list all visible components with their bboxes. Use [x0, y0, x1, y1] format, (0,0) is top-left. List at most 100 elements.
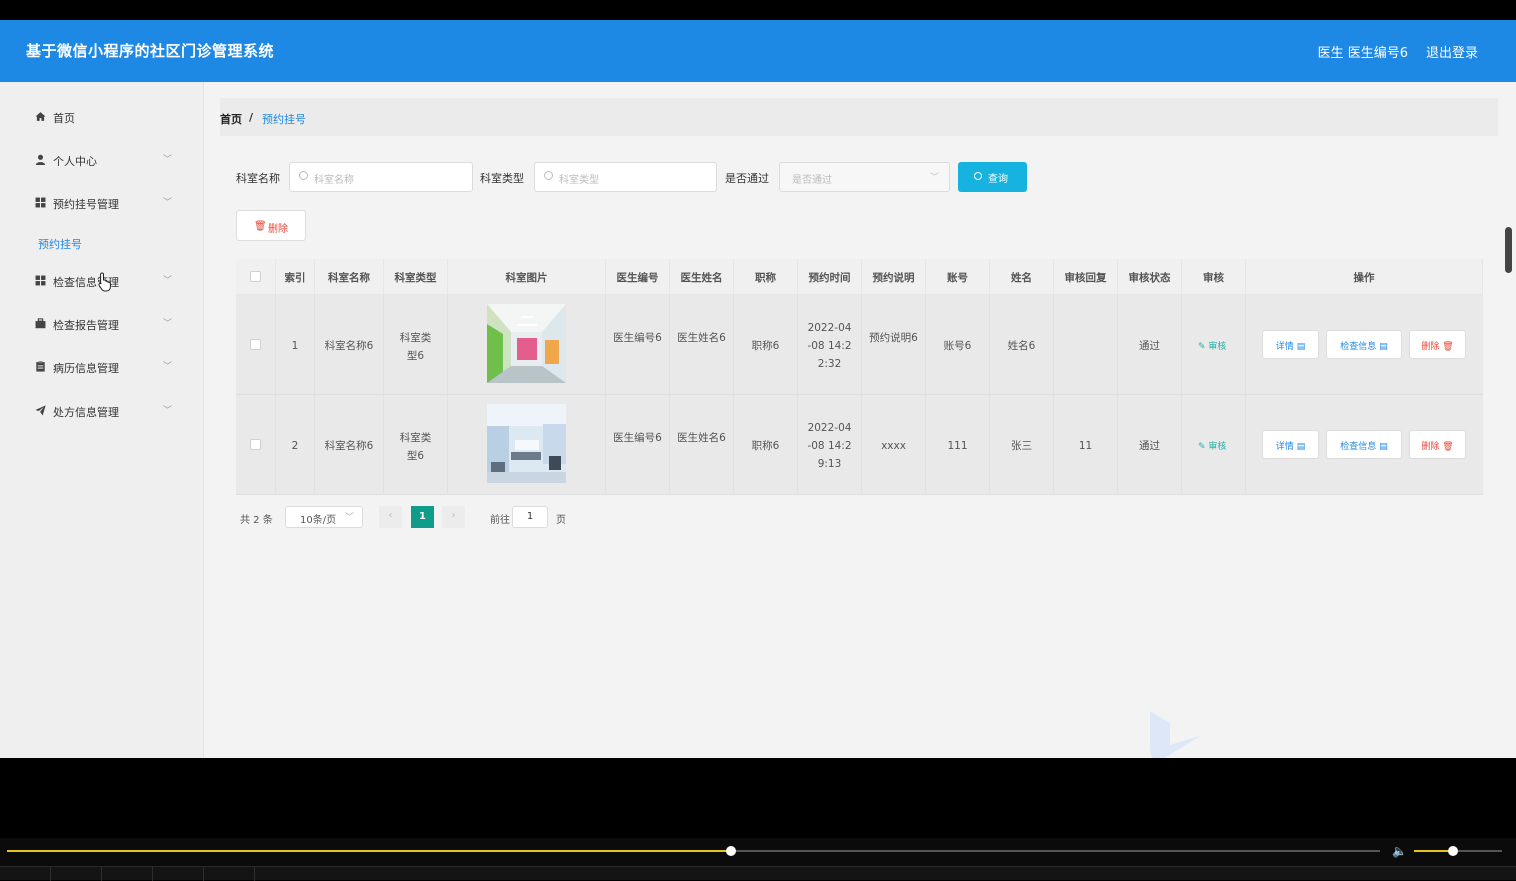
page-suffix: 页 — [556, 515, 566, 526]
prev-page-button[interactable]: ‹ — [379, 506, 402, 528]
detail-button[interactable]: 详情 ▤ — [1262, 330, 1319, 359]
page-size-value: 10条/页 — [300, 515, 337, 526]
chevron-down-icon: ﹀ — [163, 319, 173, 329]
row-select-cell — [236, 295, 276, 395]
chevron-right-icon: › — [451, 510, 456, 521]
logout-link[interactable]: 退出登录 — [1426, 42, 1478, 61]
row-checkbox[interactable] — [250, 439, 261, 450]
cell-status: 通过 — [1118, 295, 1182, 395]
page-size-select[interactable]: 10条/页 ﹀ — [285, 506, 363, 528]
cell-name: 张三 — [990, 395, 1054, 495]
sidebar-item-home[interactable]: 首页 — [0, 99, 204, 135]
dept-photo-dental-room — [487, 404, 566, 483]
sidebar-item-prescription-mgmt[interactable]: 处方信息管理 ﹀ — [0, 393, 204, 429]
column-header: 科室名称 — [315, 259, 384, 295]
row-select-cell — [236, 395, 276, 495]
seek-knob[interactable] — [725, 846, 736, 856]
total-count: 共 2 条 — [240, 515, 273, 526]
trash-icon: 🗑 — [254, 221, 267, 232]
audit-link[interactable]: ✎ 审核 — [1198, 439, 1226, 452]
select-all-checkbox[interactable] — [250, 271, 261, 282]
send-icon — [35, 405, 46, 416]
sidebar-item-label: 首页 — [53, 112, 75, 125]
chevron-down-icon: ﹀ — [929, 173, 939, 183]
cell-doctor-no: 医生编号6 — [606, 295, 670, 395]
goto-label: 前往 — [490, 515, 510, 526]
sidebar-item-medical-record-mgmt[interactable]: 病历信息管理 ﹀ — [0, 349, 204, 385]
query-button[interactable]: 查询 — [958, 162, 1027, 192]
dept-type-input[interactable]: 科室类型 — [534, 162, 717, 192]
check-info-button[interactable]: 检查信息 ▤ — [1326, 430, 1402, 459]
check-info-button[interactable]: 检查信息 ▤ — [1326, 330, 1402, 359]
sidebar-item-exam-report-mgmt[interactable]: 检查报告管理 ﹀ — [0, 306, 204, 342]
dept-name-input[interactable]: 科室名称 — [289, 162, 473, 192]
next-page-button[interactable]: › — [442, 506, 465, 528]
query-button-label: 查询 — [988, 174, 1008, 185]
current-user: 医生 医生编号6 — [1317, 46, 1408, 61]
search-icon — [544, 171, 553, 180]
user-icon — [35, 154, 46, 165]
edit-icon: ✎ — [1198, 342, 1209, 352]
appointment-table: 索引 科室名称 科室类型 科室图片 医生编号 医生姓名 职称 预约时间 预约说明… — [236, 259, 1483, 495]
sidebar-item-label: 处方信息管理 — [53, 406, 119, 419]
column-header: 账号 — [926, 259, 990, 295]
cell-doctor-no: 医生编号6 — [606, 395, 670, 495]
table-row: 1 科室名称6 科室类型6 医生编号6 医生姓名6 职称6 2022-04-08… — [236, 295, 1483, 395]
passed-placeholder: 是否通过 — [792, 175, 832, 186]
row-delete-button[interactable]: 删除 🗑 — [1409, 330, 1466, 359]
doc-icon: ▤ — [1296, 342, 1306, 352]
column-header: 科室图片 — [448, 259, 606, 295]
sidebar-item-label: 病历信息管理 — [53, 362, 119, 375]
volume-icon[interactable]: 🔈 — [1392, 844, 1407, 858]
passed-label: 是否通过 — [725, 172, 769, 185]
column-header: 职称 — [734, 259, 798, 295]
search-icon — [974, 172, 982, 180]
cell-ops: 详情 ▤ 检查信息 ▤ 删除 🗑 — [1246, 295, 1483, 395]
sidebar-item-appointment-mgmt[interactable]: 预约挂号管理 ﹀ — [0, 185, 204, 221]
chevron-down-icon: ﹀ — [163, 155, 173, 165]
cell-doctor-name: 医生姓名6 — [670, 395, 734, 495]
home-icon — [35, 112, 46, 121]
cell-note: 预约说明6 — [862, 295, 926, 395]
passed-select[interactable]: 是否通过 ﹀ — [779, 162, 950, 192]
column-header: 操作 — [1246, 259, 1483, 295]
chevron-down-icon: ﹀ — [163, 198, 173, 208]
row-delete-button[interactable]: 删除 🗑 — [1409, 430, 1466, 459]
detail-button[interactable]: 详情 ▤ — [1262, 430, 1319, 459]
bottom-strip — [0, 866, 1516, 881]
audit-label: 审核 — [1208, 342, 1227, 352]
mouse-cursor-icon — [98, 272, 111, 292]
cell-dept-name: 科室名称6 — [315, 295, 384, 395]
vertical-scrollbar[interactable] — [1505, 227, 1512, 273]
column-header: 预约说明 — [862, 259, 926, 295]
chevron-down-icon: ﹀ — [163, 362, 173, 372]
audit-link[interactable]: ✎ 审核 — [1198, 339, 1226, 352]
submenu-item-appointment[interactable]: 预约挂号 — [38, 236, 82, 252]
audit-label: 审核 — [1208, 442, 1227, 452]
player-logo-watermark-icon — [1150, 711, 1202, 758]
cell-index: 1 — [276, 295, 315, 395]
page-number-button[interactable]: 1 — [411, 506, 434, 528]
dept-photo-corridor — [487, 304, 566, 383]
main-content: 首页 / 预约挂号 科室名称 科室名称 科室类型 科室类型 是否通过 是否通过 … — [204, 82, 1516, 758]
cell-dept-image — [448, 395, 606, 495]
column-header: 医生编号 — [606, 259, 670, 295]
cell-doctor-name: 医生姓名6 — [670, 295, 734, 395]
cell-name: 姓名6 — [990, 295, 1054, 395]
cell-dept-type: 科室类型6 — [384, 295, 448, 395]
sidebar-item-personal-center[interactable]: 个人中心 ﹀ — [0, 142, 204, 178]
volume-level — [1414, 850, 1453, 852]
top-header: 基于微信小程序的社区门诊管理系统 医生 医生编号6 退出登录 — [0, 20, 1516, 82]
chevron-down-icon: ﹀ — [163, 276, 173, 286]
volume-knob[interactable] — [1447, 846, 1458, 856]
row-checkbox[interactable] — [250, 339, 261, 350]
batch-delete-button[interactable]: 🗑 删除 — [236, 210, 306, 241]
clipboard-icon — [36, 361, 45, 372]
dept-type-label: 科室类型 — [480, 172, 524, 185]
app-screen: 基于微信小程序的社区门诊管理系统 医生 医生编号6 退出登录 首页 个人中心 ﹀… — [0, 20, 1516, 758]
column-header: 预约时间 — [798, 259, 862, 295]
doc-icon: ▤ — [1296, 442, 1306, 452]
cell-account: 111 — [926, 395, 990, 495]
goto-page-input[interactable]: 1 — [512, 506, 548, 528]
breadcrumb-home[interactable]: 首页 — [220, 111, 242, 127]
